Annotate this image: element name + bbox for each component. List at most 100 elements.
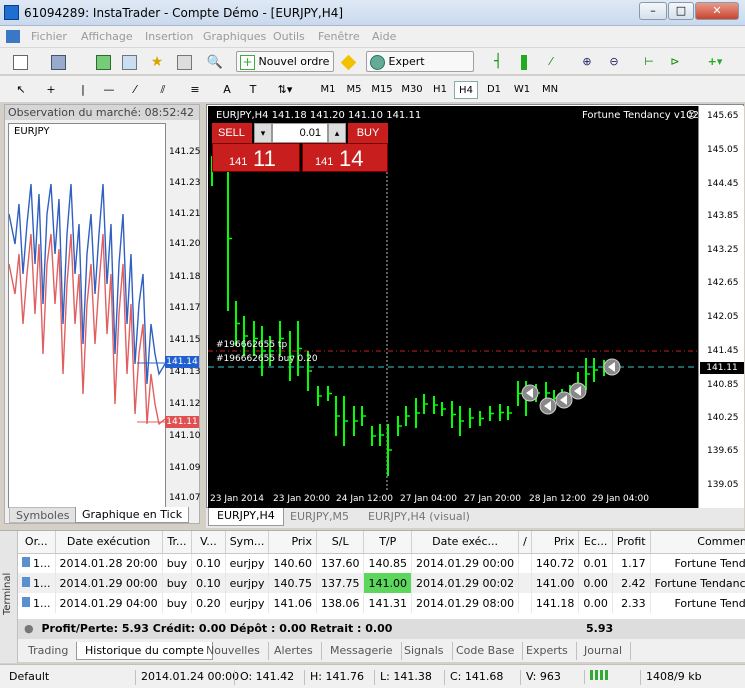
tab-journal[interactable]: Journal [576,642,632,660]
menu-graphiques[interactable]: Graphiques [203,30,266,43]
tab-experts[interactable]: Experts [518,642,577,660]
col-header[interactable]: Ec... [578,531,613,554]
trendline-icon[interactable]: ⁄ [124,79,146,100]
tab-signals[interactable]: Signals [396,642,453,660]
col-header[interactable]: Profit [612,531,651,554]
lot-down-button[interactable]: ▾ [254,123,272,143]
autoscroll-icon[interactable]: ⊳ [664,51,686,72]
data-window-icon[interactable] [118,51,140,72]
navigator-icon[interactable]: ★ [146,51,168,72]
market-watch-icon[interactable] [92,51,114,72]
candle-chart-icon[interactable] [513,51,535,72]
vertical-line-icon[interactable]: | [72,79,94,100]
table-row[interactable]: 1... 2014.01.29 00:00 buy 0.10 eurjpy 14… [18,573,745,593]
col-header[interactable]: V... [191,531,226,554]
indicators-icon[interactable]: +▾ [700,51,730,72]
minimize-button[interactable]: – [639,2,667,20]
cell: 2014.01.29 04:00 [55,593,163,613]
mw-ytick: 141.25 [169,147,201,157]
table-row[interactable]: 1... 2014.01.28 20:00 buy 0.10 eurjpy 14… [18,553,745,573]
sell-button[interactable]: SELL [212,123,252,143]
tab-eurjpy-h4-visual[interactable]: EURJPY,H4 (visual) [368,510,470,523]
col-header[interactable]: Prix [531,531,580,554]
metaeditor-icon[interactable] [337,51,359,72]
tf-d1[interactable]: D1 [482,81,506,99]
col-header[interactable]: Tr... [162,531,193,554]
tab-eurjpy-m5[interactable]: EURJPY,M5 [290,510,349,523]
maximize-button[interactable]: □ [668,2,694,20]
col-header[interactable]: / [518,531,532,554]
status-open: O: 141.42 [234,670,294,685]
menu-outils[interactable]: Outils [273,30,305,43]
tab-code-base[interactable]: Code Base [448,642,524,660]
tf-h4[interactable]: H4 [454,81,478,99]
cell: 2014.01.29 08:00 [411,593,520,613]
tf-m30[interactable]: M30 [398,81,426,99]
mw-ytick: 141.12 [169,399,201,409]
line-chart-icon[interactable]: ⁄ [540,51,562,72]
table-row[interactable]: 1... 2014.01.29 04:00 buy 0.20 eurjpy 14… [18,593,745,613]
new-order-button[interactable]: + Nouvel ordre [236,51,334,72]
tab-trading[interactable]: Trading [20,642,78,660]
cell: 140.72 [531,553,580,573]
col-header[interactable]: Date exécution [55,531,163,554]
status-close: C: 141.68 [444,670,503,685]
col-header[interactable]: Prix [268,531,317,554]
menu-insertion[interactable]: Insertion [145,30,193,43]
tab-messagerie[interactable]: Messagerie [322,642,402,660]
col-header[interactable]: Date exéc... [411,531,520,554]
arrows-icon[interactable]: ⇅▾ [270,79,300,100]
col-header[interactable]: T/P [363,531,412,554]
col-header[interactable]: Or... [18,531,56,554]
channel-icon[interactable]: ⫽ [152,79,174,100]
col-header[interactable]: Sym... [225,531,270,554]
menu-affichage[interactable]: Affichage [81,30,133,43]
crosshair-icon[interactable]: + [40,79,62,100]
tab-eurjpy-h4[interactable]: EURJPY,H4 [208,508,284,526]
tab-graphique-en-tick[interactable]: Graphique en Tick [75,507,190,523]
status-datetime: 2014.01.24 00:00 [135,670,239,685]
tab-alertes[interactable]: Alertes [266,642,322,660]
chart-shift-icon[interactable]: ⊢ [638,51,660,72]
zoom-out-icon[interactable]: ⊖ [603,51,625,72]
cell: 2.33 [612,593,651,613]
horizontal-line-icon[interactable]: — [98,79,120,100]
fibonacci-icon[interactable]: ≡ [184,79,206,100]
col-header[interactable]: Commentaire [650,531,745,554]
new-order-label: Nouvel ordre [258,55,330,68]
close-button[interactable]: ✕ [695,2,739,20]
chart-tabs: EURJPY,H4 EURJPY,M5 EURJPY,H4 (visual) [206,508,744,528]
label-icon[interactable]: T [242,79,264,100]
tf-mn[interactable]: MN [538,81,562,99]
terminal-icon[interactable] [173,51,195,72]
lot-input[interactable]: 0.01 [272,123,328,143]
cell: 2014.01.29 00:00 [411,553,520,573]
cursor-icon[interactable]: ↖ [10,79,32,100]
menu-aide[interactable]: Aide [372,30,396,43]
profiles-icon[interactable] [46,51,70,72]
menu-fichier[interactable]: Fichier [31,30,67,43]
tab-nouvelles[interactable]: Nouvelles [198,642,269,660]
tab-symboles[interactable]: Symboles [9,507,77,523]
tf-w1[interactable]: W1 [510,81,534,99]
zoom-in-icon[interactable]: ⊕ [576,51,598,72]
tf-m15[interactable]: M15 [368,81,396,99]
lot-up-button[interactable]: ▴ [328,123,346,143]
terminal-panel: Terminal Or... Date exécution Tr... V...… [0,530,745,663]
tf-m1[interactable]: M1 [316,81,340,99]
text-icon[interactable]: A [216,79,238,100]
col-header[interactable]: S/L [316,531,365,554]
price-chart[interactable]: EURJPY,H4 141.18 141.20 141.10 141.11 Fo… [208,106,744,508]
buy-button[interactable]: BUY [348,123,388,143]
y-tick: 139.05 [707,480,739,490]
new-chart-icon[interactable] [8,51,32,72]
menu-fenetre[interactable]: Fenêtre [318,30,360,43]
sell-price-button[interactable]: 141 11 [212,143,300,172]
tf-m5[interactable]: M5 [342,81,366,99]
tab-historique-du-compte[interactable]: Historique du compte [76,642,213,660]
expert-advisors-button[interactable]: Expert Advisors [366,51,474,87]
bar-chart-icon[interactable]: ┤ [487,51,509,72]
buy-price-button[interactable]: 141 14 [302,143,388,172]
tf-h1[interactable]: H1 [428,81,452,99]
tester-icon[interactable]: 🔍 [203,51,225,72]
